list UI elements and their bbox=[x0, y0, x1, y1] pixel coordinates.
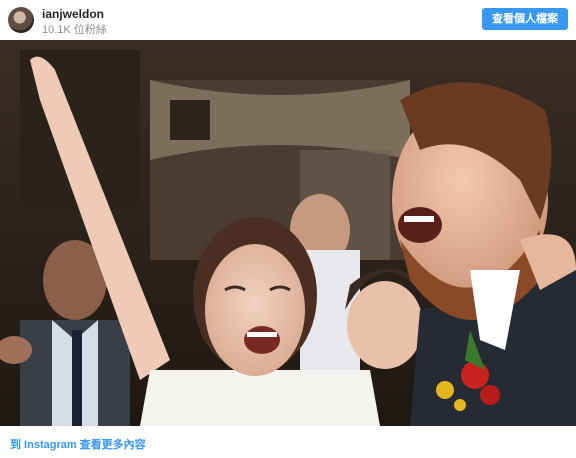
username[interactable]: ianjweldon bbox=[42, 7, 104, 21]
view-more-link[interactable]: 到 Instagram 查看更多內容 bbox=[10, 436, 146, 452]
post-footer: 到 Instagram 查看更多內容 bbox=[0, 426, 576, 458]
post-photo[interactable] bbox=[0, 40, 576, 426]
avatar[interactable] bbox=[8, 7, 34, 33]
view-profile-button[interactable]: 查看個人檔案 bbox=[482, 8, 568, 30]
follower-count: 10.1K 位粉絲 bbox=[42, 24, 107, 36]
post-header: ianjweldon 10.1K 位粉絲 查看個人檔案 bbox=[0, 0, 576, 40]
